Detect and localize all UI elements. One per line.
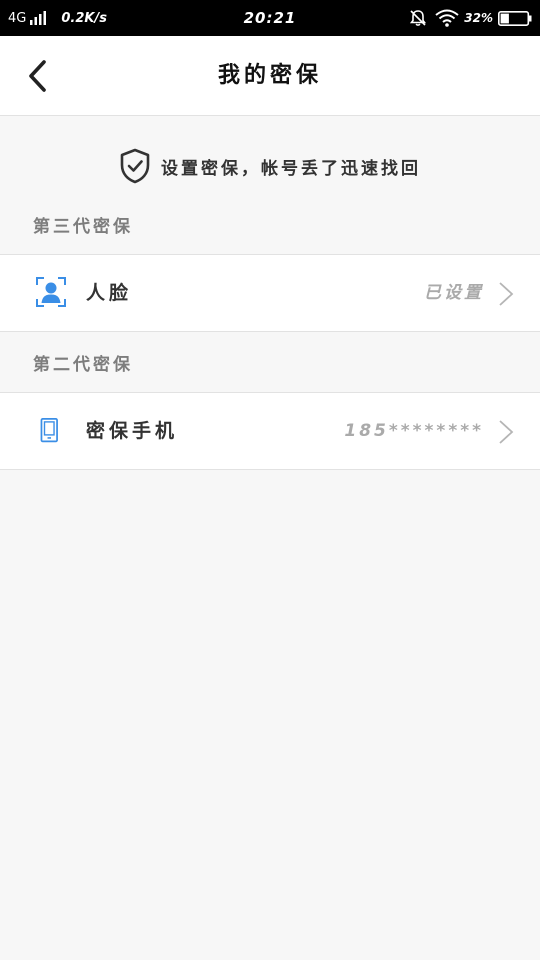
row-face[interactable]: 人脸 已设置 — [0, 254, 540, 332]
row-security-phone-label: 密保手机 — [86, 420, 179, 442]
battery-icon — [498, 10, 532, 26]
back-button[interactable] — [18, 54, 58, 98]
app-header: 我的密保 — [0, 36, 540, 116]
status-bar: 4G 0.2K/s 20:21 32% — [0, 0, 540, 36]
row-security-phone-number: 185******** — [344, 421, 484, 441]
wifi-icon — [435, 9, 459, 27]
chevron-right-icon — [499, 420, 514, 444]
row-face-status: 已设置 — [424, 283, 484, 303]
phone-icon — [40, 418, 58, 443]
banner-text: 设置密保，帐号丢了迅速找回 — [161, 158, 421, 179]
section-title-third-gen: 第三代密保 — [33, 217, 133, 237]
shield-check-icon — [120, 148, 150, 184]
face-scan-icon — [36, 277, 66, 307]
status-right: 32% — [409, 0, 532, 36]
security-banner: 设置密保，帐号丢了迅速找回 — [0, 146, 540, 186]
row-security-phone[interactable]: 密保手机 185******** — [0, 392, 540, 470]
battery-percent: 32% — [464, 11, 493, 25]
chevron-right-icon — [499, 282, 514, 306]
mute-alarm-icon — [410, 10, 427, 26]
section-title-second-gen: 第二代密保 — [33, 355, 133, 375]
back-arrow-icon — [29, 60, 46, 92]
page-title: 我的密保 — [217, 63, 322, 88]
row-face-label: 人脸 — [86, 282, 133, 304]
